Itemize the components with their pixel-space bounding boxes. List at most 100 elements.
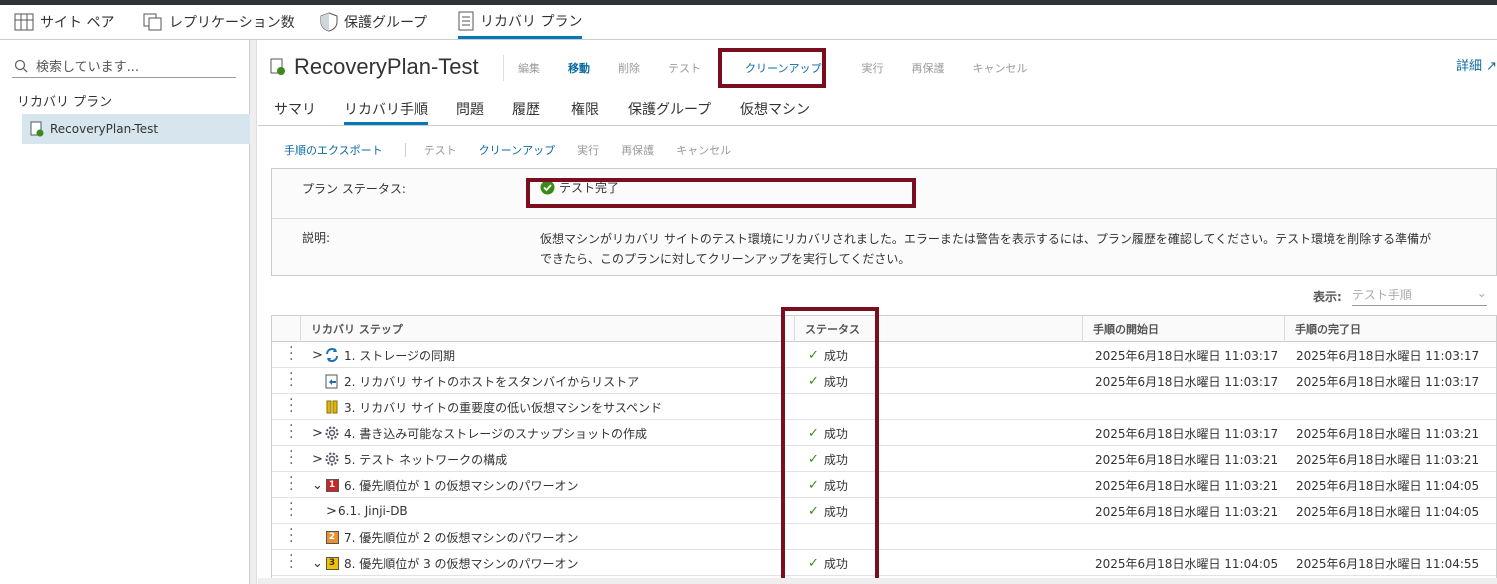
table-row[interactable]: · · · 2. リカバリ サイトのホストをスタンバイからリストア ✓ 成功 2025年6月… xyxy=(272,367,1496,394)
step-label: 5. テスト ネットワークの構成 xyxy=(344,452,508,467)
horizontal-scrollbar[interactable] xyxy=(258,578,1497,584)
row-menu-icon[interactable]: · · · xyxy=(289,419,293,445)
end-time-cell: 2025年6月18日水曜日 11:04:05 xyxy=(1296,478,1480,493)
chevron-down-icon[interactable]: ⌄ xyxy=(312,478,324,493)
grid-header: リカバリ ステップ ステータス 手順の開始日 手順の完了日 xyxy=(272,316,1496,342)
search-box[interactable]: 検索しています... xyxy=(12,54,236,78)
search-input[interactable]: 検索しています... xyxy=(36,56,139,75)
description-label: 説明: xyxy=(302,231,331,245)
tab-recovery-plans[interactable]: リカバリ プラン xyxy=(458,5,583,39)
tab-site-pair[interactable]: サイト ペア xyxy=(14,5,114,39)
tab-label: レプリケーション数 xyxy=(169,15,295,31)
edit-button[interactable]: 編集 xyxy=(518,60,540,76)
step-cell: >4. 書き込み可能なストレージのスナップショットの作成 xyxy=(312,420,647,446)
pane-splitter[interactable] xyxy=(250,40,257,584)
row-menu-icon[interactable]: · · · xyxy=(289,393,293,419)
tab-replication[interactable]: レプリケーション数 xyxy=(143,5,295,39)
test-button[interactable]: テスト xyxy=(424,142,457,158)
export-steps-button[interactable]: 手順のエクスポート xyxy=(284,142,383,158)
step-cell: 3. リカバリ サイトの重要度の低い仮想マシンをサスペンド xyxy=(312,394,662,420)
tab-protection-groups[interactable]: 保護グループ xyxy=(628,96,711,125)
step-label: 1. ストレージの同期 xyxy=(344,348,456,363)
cleanup-button[interactable]: クリーンアップ xyxy=(479,142,555,158)
replication-icon xyxy=(143,13,162,31)
row-menu-icon[interactable]: · · · xyxy=(289,445,293,471)
reprotect-button[interactable]: 再保護 xyxy=(621,142,654,158)
start-time-cell: 2025年6月18日水曜日 11:03:17 xyxy=(1095,426,1279,441)
chevron-right-icon[interactable]: > xyxy=(312,348,324,363)
column-header-end[interactable]: 手順の完了日 xyxy=(1284,316,1496,342)
tab-virtual-machines[interactable]: 仮想マシン xyxy=(740,96,810,125)
title-row: RecoveryPlan-Test xyxy=(270,52,479,82)
start-time-cell: 2025年6月18日水曜日 11:03:17 xyxy=(1095,348,1279,363)
column-header-step[interactable]: リカバリ ステップ xyxy=(300,316,794,342)
chevron-down-icon: ⌄ xyxy=(1476,286,1487,300)
tab-history[interactable]: 履歴 xyxy=(512,96,540,125)
priority-icon: 3 xyxy=(324,555,340,571)
row-menu-icon[interactable]: · · · xyxy=(289,497,293,523)
table-row[interactable]: · · · ⌄ 1 6. 優先順位が 1 の仮想マシンのパワーオン ✓ 成功 2025年6月18… xyxy=(272,471,1496,498)
tab-summary[interactable]: サマリ xyxy=(274,96,316,125)
priority-badge: 2 xyxy=(325,530,339,544)
step-cell: 2. リカバリ サイトのホストをスタンバイからリストア xyxy=(312,368,639,394)
step-label: 8. 優先順位が 3 の仮想マシンのパワーオン xyxy=(344,556,579,571)
tab-label: リカバリ プラン xyxy=(480,13,583,30)
view-select[interactable]: テスト手順 ⌄ xyxy=(1351,286,1487,306)
reprotect-button[interactable]: 再保護 xyxy=(911,60,944,76)
row-menu-icon[interactable]: · · · xyxy=(289,549,293,575)
cancel-button[interactable]: キャンセル xyxy=(972,60,1027,76)
row-menu-icon[interactable]: · · · xyxy=(289,367,293,393)
table-row[interactable]: · · · >5. テスト ネットワークの構成 ✓ 成功 2025年6月18日水曜日 11:… xyxy=(272,445,1496,472)
step-cell: ⌄ 3 8. 優先順位が 3 の仮想マシンのパワーオン xyxy=(312,550,579,576)
tab-protection-groups[interactable]: 保護グループ xyxy=(320,5,427,39)
recovery-plan-status-icon xyxy=(270,58,285,75)
table-row[interactable]: · · · >4. 書き込み可能なストレージのスナップショットの作成 ✓ 成功 2025年6… xyxy=(272,419,1496,446)
row-menu-icon[interactable]: · · · xyxy=(289,523,293,549)
table-row[interactable]: · · · 2 7. 優先順位が 2 の仮想マシンのパワーオン xyxy=(272,523,1496,550)
annotation-box-cleanup xyxy=(718,48,826,88)
step-cell: ⌄ 1 6. 優先順位が 1 の仮想マシンのパワーオン xyxy=(312,472,579,498)
details-link[interactable]: 詳細 ↗ xyxy=(1456,55,1497,74)
row-menu-icon[interactable]: · · · xyxy=(289,471,293,497)
test-button[interactable]: テスト xyxy=(668,60,701,76)
table-row[interactable]: · · · ⌄ 3 8. 優先順位が 3 の仮想マシンのパワーオン ✓ 成功 2025年6月18… xyxy=(272,549,1496,576)
sidebar-item-label: RecoveryPlan-Test xyxy=(50,122,159,136)
tab-issues[interactable]: 問題 xyxy=(456,96,484,125)
table-row[interactable]: · · · >6.1. Jinji-DB ✓ 成功 2025年6月18日水曜日 11:03:… xyxy=(272,497,1496,524)
priority-icon: 1 xyxy=(324,477,340,493)
start-time-cell: 2025年6月18日水曜日 11:03:21 xyxy=(1095,452,1279,467)
column-header-start[interactable]: 手順の開始日 xyxy=(1082,316,1284,342)
page-title: RecoveryPlan-Test xyxy=(294,54,479,79)
chevron-right-icon[interactable]: > xyxy=(312,426,324,441)
sidebar-item-recoveryplan-test[interactable]: RecoveryPlan-Test xyxy=(22,114,250,144)
chevron-right-icon[interactable]: > xyxy=(326,504,338,519)
step-cell: 2 7. 優先順位が 2 の仮想マシンのパワーオン xyxy=(312,524,579,550)
tab-permissions[interactable]: 権限 xyxy=(571,96,599,125)
move-button[interactable]: 移動 xyxy=(568,60,590,76)
cancel-button[interactable]: キャンセル xyxy=(676,142,731,158)
annotation-box-description xyxy=(526,178,916,208)
table-row[interactable]: · · · 3. リカバリ サイトの重要度の低い仮想マシンをサスペンド xyxy=(272,393,1496,420)
delete-button[interactable]: 削除 xyxy=(618,60,640,76)
gear-icon xyxy=(324,425,340,441)
priority-badge: 3 xyxy=(325,556,339,570)
description-text: 仮想マシンがリカバリ サイトのテスト環境にリカバリされました。エラーまたは警告を… xyxy=(540,229,1490,269)
run-button[interactable]: 実行 xyxy=(861,60,883,76)
row-menu-icon[interactable]: · · · xyxy=(289,341,293,367)
table-row[interactable]: · · · >1. ストレージの同期 ✓ 成功 2025年6月18日水曜日 11:03:17… xyxy=(272,341,1496,368)
external-link-icon: ↗ xyxy=(1486,59,1497,74)
search-icon xyxy=(14,59,28,72)
chevron-down-icon[interactable]: ⌄ xyxy=(312,556,324,571)
tab-recovery-steps[interactable]: リカバリ手順 xyxy=(344,96,428,125)
sidebar-header: リカバリ プラン xyxy=(17,95,113,110)
priority-badge: 1 xyxy=(325,478,339,492)
chevron-right-icon[interactable]: > xyxy=(312,452,324,467)
start-time-cell: 2025年6月18日水曜日 11:04:05 xyxy=(1095,556,1279,571)
step-label: 2. リカバリ サイトのホストをスタンバイからリストア xyxy=(344,374,640,389)
run-button[interactable]: 実行 xyxy=(577,142,599,158)
recovery-plan-status-icon xyxy=(30,121,44,137)
step-label: 6.1. Jinji-DB xyxy=(338,504,408,518)
gear-icon xyxy=(324,451,340,467)
step-cell: >5. テスト ネットワークの構成 xyxy=(312,446,507,472)
end-time-cell: 2025年6月18日水曜日 11:03:21 xyxy=(1296,452,1480,467)
